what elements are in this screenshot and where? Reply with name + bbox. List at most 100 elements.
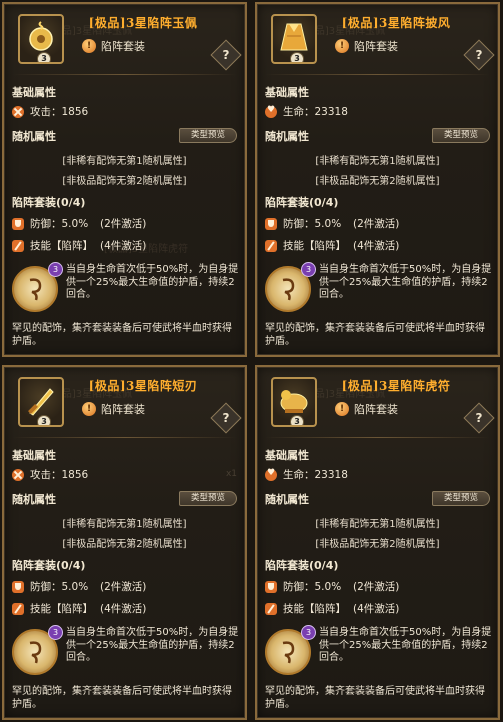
item-description: 罕见的配饰，集齐套装装备后可使武将半血时获得护盾。 <box>12 323 232 347</box>
set-tag-label: 陷阵套装 <box>101 40 145 53</box>
set-effect-name: 防御：5.0% <box>30 581 89 593</box>
set-effect-activation: (2件激活) <box>353 218 400 230</box>
set-effect-row: 技能【陷阵】 (4件激活) <box>12 601 146 616</box>
item-title: [极品]3星陷阵虎符 <box>341 379 451 393</box>
help-button[interactable]: ? <box>210 402 242 434</box>
star-level-badge: 3 <box>290 52 304 62</box>
random-attr-line: [非稀有配饰无第1随机属性] <box>315 519 440 530</box>
set-effect-row: 防御：5.0% (2件激活) <box>265 579 399 594</box>
random-attr-line: [非极品配饰无第2随机属性] <box>315 176 440 187</box>
base-stat: 生命：23318 <box>265 104 348 119</box>
set-badge-icon: ! <box>335 402 349 416</box>
skill-level-badge: 3 <box>301 262 316 277</box>
skill-level-badge: 3 <box>301 625 316 640</box>
base-stat: 生命：23318 <box>265 467 348 482</box>
base-attr-header: 基础属性 <box>12 449 56 462</box>
base-stat: 攻击：1856 <box>12 104 88 119</box>
skill-icon <box>12 602 24 615</box>
skill-description: 当自身生命首次低于50%时，为自身提供一个25%最大生命值的护盾，持续2回合。 <box>319 627 492 663</box>
base-stat-value: 攻击：1856 <box>30 469 89 481</box>
skill-icon <box>265 602 277 615</box>
set-effect-name: 防御：5.0% <box>30 218 89 230</box>
divider <box>12 437 237 438</box>
type-preview-button[interactable]: 类型预览 <box>179 491 237 506</box>
item-icon[interactable]: 3 <box>18 14 64 64</box>
set-effect-name: 技能【陷阵】 <box>283 240 346 252</box>
skill-level-badge: 3 <box>48 625 63 640</box>
type-preview-button[interactable]: 类型预览 <box>179 128 237 143</box>
base-stat-value: 生命：23318 <box>283 106 348 118</box>
skill-icon <box>265 239 277 252</box>
set-effect-name: 技能【陷阵】 <box>30 240 93 252</box>
skill-description: 当自身生命首次低于50%时，为自身提供一个25%最大生命值的护盾，持续2回合。 <box>319 264 492 300</box>
item-tooltip-panel: [极品]3星陷阵玉佩 3 [极品]3星陷阵虎符 ! 陷阵套装 ? 基础属性 生命… <box>255 365 500 720</box>
random-attr-line: [非稀有配饰无第1随机属性] <box>62 156 187 167</box>
item-tooltip-panel: [极品]3星陷阵玉佩 3 [极品]3星陷阵玉佩 ! 陷阵套装 ? 基础属性 攻击… <box>2 2 247 357</box>
set-tag-label: 陷阵套装 <box>354 40 398 53</box>
set-effect-activation: (4件激活) <box>100 603 147 615</box>
ghost-count: x1 <box>225 469 237 479</box>
divider <box>12 74 237 75</box>
set-badge-icon: ! <box>82 402 96 416</box>
tiger-tally-icon <box>280 390 308 413</box>
star-level-badge: 3 <box>37 415 51 425</box>
type-preview-button[interactable]: 类型预览 <box>432 491 490 506</box>
set-tag-label: 陷阵套装 <box>101 403 145 416</box>
type-preview-button[interactable]: 类型预览 <box>432 128 490 143</box>
set-effect-row: 防御：5.0% (2件激活) <box>12 579 146 594</box>
item-title: [极品]3星陷阵玉佩 <box>88 16 198 30</box>
set-tag: ! 陷阵套装 <box>335 400 398 418</box>
set-effect-row: 防御：5.0% (2件激活) <box>12 216 146 231</box>
set-header: 陷阵套装(0/4) <box>12 196 86 209</box>
random-attr-header: 随机属性 <box>265 493 309 506</box>
base-stat-value: 生命：23318 <box>283 469 348 481</box>
skill-level-badge: 3 <box>48 262 63 277</box>
skill-icon <box>12 239 24 252</box>
item-icon[interactable]: 3 <box>18 377 64 427</box>
random-attr-header: 随机属性 <box>265 130 309 143</box>
item-icon[interactable]: 3 <box>271 14 317 64</box>
item-tooltip-panel: [极品]3星陷阵玉佩 3 [极品]3星陷阵短刃 ! 陷阵套装 ? 基础属性 攻击… <box>2 365 247 720</box>
set-effect-activation: (4件激活) <box>353 240 400 252</box>
help-icon: ? <box>222 48 230 62</box>
base-stat-value: 攻击：1856 <box>30 106 89 118</box>
help-button[interactable]: ? <box>463 402 495 434</box>
base-stat: 攻击：1856 <box>12 467 88 482</box>
random-attr-line: [非稀有配饰无第1随机属性] <box>62 519 187 530</box>
help-button[interactable]: ? <box>210 39 242 71</box>
set-effect-row: 技能【陷阵】 (4件激活) <box>265 601 399 616</box>
help-icon: ? <box>222 411 230 425</box>
set-header: 陷阵套装(0/4) <box>265 196 339 209</box>
skill-description: 当自身生命首次低于50%时，为自身提供一个25%最大生命值的护盾，持续2回合。 <box>66 627 239 663</box>
base-attr-header: 基础属性 <box>265 86 309 99</box>
item-description: 罕见的配饰，集齐套装装备后可使武将半血时获得护盾。 <box>265 323 485 347</box>
item-description: 罕见的配饰，集齐套装装备后可使武将半血时获得护盾。 <box>12 686 232 710</box>
help-icon: ? <box>475 48 483 62</box>
random-attr-line: [非极品配饰无第2随机属性] <box>62 176 187 187</box>
set-effect-activation: (2件激活) <box>100 581 147 593</box>
divider <box>265 74 490 75</box>
random-attr-line: [非稀有配饰无第1随机属性] <box>315 156 440 167</box>
help-button[interactable]: ? <box>463 39 495 71</box>
set-effect-activation: (2件激活) <box>353 581 400 593</box>
item-icon[interactable]: 3 <box>271 377 317 427</box>
set-tag-label: 陷阵套装 <box>354 403 398 416</box>
set-effect-row: 技能【陷阵】 (4件激活) <box>12 238 146 253</box>
heart-icon <box>265 468 277 481</box>
set-header: 陷阵套装(0/4) <box>12 559 86 572</box>
defense-icon <box>12 217 24 230</box>
base-attr-header: 基础属性 <box>12 86 56 99</box>
random-attr-header: 随机属性 <box>12 493 56 506</box>
divider <box>265 437 490 438</box>
set-badge-icon: ! <box>82 39 96 53</box>
item-title: [极品]3星陷阵短刃 <box>88 379 198 393</box>
defense-icon <box>12 580 24 593</box>
golden-dagger-icon <box>28 388 54 416</box>
heart-icon <box>265 105 277 118</box>
set-tag: ! 陷阵套装 <box>335 37 398 55</box>
item-description: 罕见的配饰，集齐套装装备后可使武将半血时获得护盾。 <box>265 686 485 710</box>
attack-icon <box>12 105 24 118</box>
jade-pendant-icon <box>29 21 53 51</box>
set-effect-name: 防御：5.0% <box>283 581 342 593</box>
random-attr-line: [非极品配饰无第2随机属性] <box>62 539 187 550</box>
